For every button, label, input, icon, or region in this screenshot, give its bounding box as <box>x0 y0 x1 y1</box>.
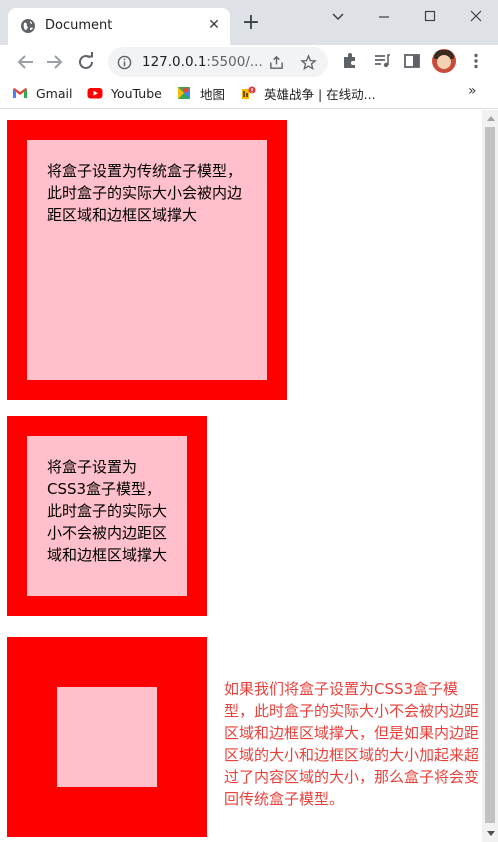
browser-toolbar: 127.0.0.1:5500/... <box>0 45 498 78</box>
site-info-icon[interactable] <box>117 55 132 70</box>
more-bookmarks-button[interactable]: » <box>468 83 477 99</box>
bookmarks-bar: Gmail YouTube 地图 英雄战争 | 在线动... » <box>0 78 498 109</box>
bookmark-youtube[interactable]: YouTube <box>87 84 162 102</box>
maps-icon <box>178 87 190 99</box>
minimize-icon <box>379 16 389 18</box>
maximize-icon <box>424 10 436 22</box>
profile-avatar[interactable] <box>432 49 456 73</box>
url-text: 127.0.0.1:5500/... <box>142 54 263 70</box>
media-control-icon[interactable] <box>372 51 392 71</box>
bookmark-maps[interactable]: 地图 <box>176 84 225 102</box>
chevron-down-icon <box>332 13 344 21</box>
game-icon <box>242 86 256 99</box>
traditional-box-text: 将盒子设置为传统盒子模型，此时盒子的实际大小会被内边距区域和边框区域撑大 <box>47 162 243 224</box>
bookmark-label: 英雄战争 | 在线动... <box>264 86 376 102</box>
tab-title: Document <box>45 18 113 33</box>
overflow-box-content <box>57 687 157 787</box>
tab-search-button[interactable] <box>326 6 350 28</box>
url-host: 127.0.0.1 <box>142 54 207 70</box>
bookmark-label: YouTube <box>111 85 162 101</box>
page-viewport: 将盒子设置为传统盒子模型，此时盒子的实际大小会被内边距区域和边框区域撑大 将盒子… <box>0 110 482 842</box>
close-window-button[interactable] <box>464 6 488 28</box>
globe-icon <box>21 19 35 33</box>
share-icon[interactable] <box>268 54 285 71</box>
close-icon <box>470 10 482 22</box>
overflow-box <box>7 637 207 837</box>
forward-arrow-icon[interactable] <box>42 50 66 74</box>
maximize-button[interactable] <box>418 6 442 28</box>
bookmark-game[interactable]: 英雄战争 | 在线动... <box>240 84 376 102</box>
title-bar: Document ✕ + <box>0 0 498 45</box>
scroll-down-arrow-icon[interactable] <box>487 831 495 836</box>
vertical-scrollbar[interactable] <box>482 110 498 842</box>
reload-icon[interactable] <box>74 50 98 74</box>
back-arrow-icon[interactable] <box>14 50 38 74</box>
more-menu-icon[interactable] <box>466 51 486 71</box>
bookmark-label: 地图 <box>200 86 226 102</box>
minimize-button[interactable] <box>372 6 396 28</box>
bookmark-label: Gmail <box>36 85 73 101</box>
side-panel-icon[interactable] <box>402 51 422 71</box>
bookmark-star-icon[interactable] <box>300 54 317 71</box>
explanation-note: 如果我们将盒子设置为CSS3盒子模型，此时盒子的实际大小不会被内边距区域和边框区… <box>224 680 480 808</box>
bookmark-gmail[interactable]: Gmail <box>12 84 72 102</box>
css3-box: 将盒子设置为CSS3盒子模型，此时盒子的实际大小不会被内边距区域和边框区域撑大 <box>7 416 207 616</box>
youtube-icon <box>87 88 103 99</box>
scroll-thumb[interactable] <box>485 127 495 823</box>
css3-box-text: 将盒子设置为CSS3盒子模型，此时盒子的实际大小不会被内边距区域和边框区域撑大 <box>47 458 168 564</box>
gmail-icon <box>13 88 27 98</box>
scroll-up-arrow-icon[interactable] <box>487 116 495 121</box>
url-path: :5500/... <box>206 54 263 70</box>
address-bar[interactable]: 127.0.0.1:5500/... <box>108 47 328 77</box>
traditional-box: 将盒子设置为传统盒子模型，此时盒子的实际大小会被内边距区域和边框区域撑大 <box>7 120 287 400</box>
new-tab-button[interactable]: + <box>240 12 262 35</box>
browser-tab[interactable]: Document ✕ <box>8 8 230 45</box>
close-tab-icon[interactable]: ✕ <box>206 17 222 33</box>
extensions-icon[interactable] <box>340 51 360 71</box>
